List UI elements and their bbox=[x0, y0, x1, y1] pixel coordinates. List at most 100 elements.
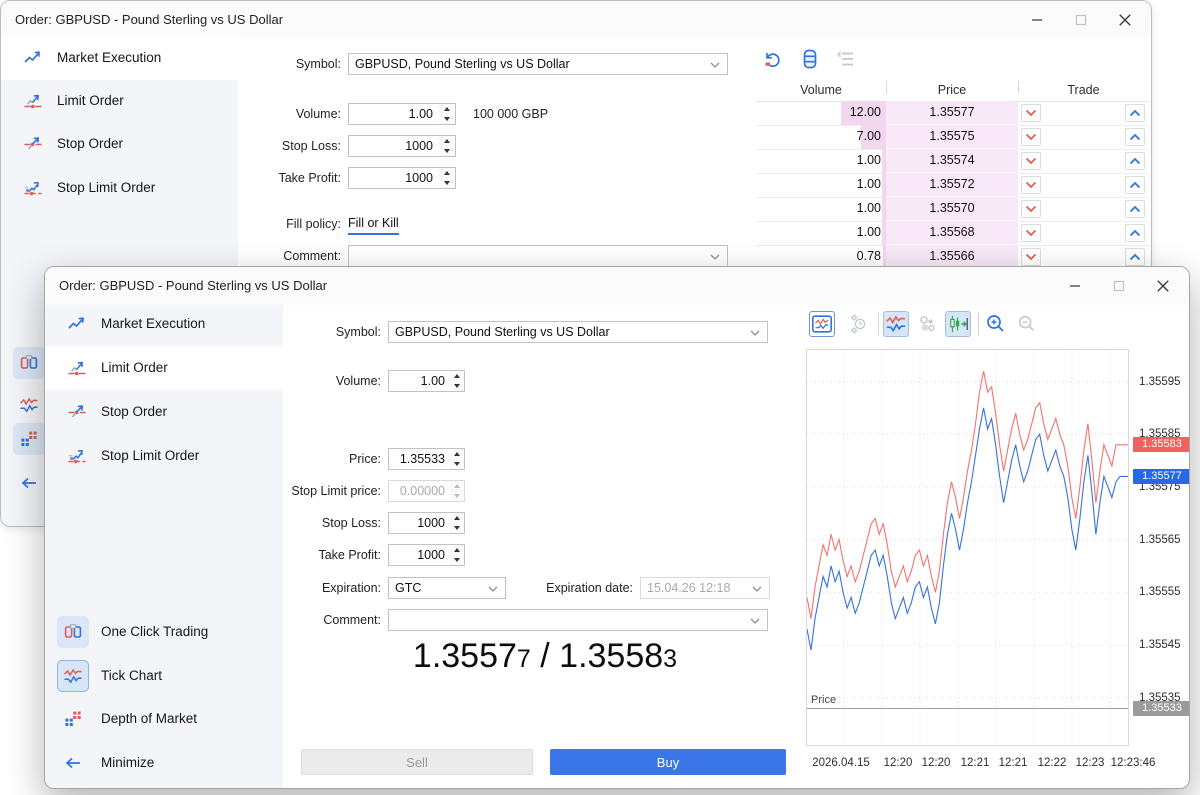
volume-input[interactable]: 1.00 bbox=[388, 370, 451, 392]
dom-table-header: Volume Price Trade bbox=[756, 81, 1149, 102]
dom-sell-button[interactable] bbox=[1021, 176, 1041, 194]
window-minimize-icon bbox=[1069, 280, 1081, 292]
stop-limit-order-icon bbox=[23, 178, 43, 198]
price-line-label: Price bbox=[811, 694, 836, 706]
dom-sell-button[interactable] bbox=[1021, 224, 1041, 242]
sidebar-item-limit-order[interactable]: Limit Order bbox=[1, 79, 238, 123]
sidebar-item-market-execution[interactable]: Market Execution bbox=[1, 36, 238, 80]
zoom-in-icon[interactable] bbox=[984, 312, 1008, 336]
close-button[interactable] bbox=[1141, 267, 1185, 305]
take-profit-input[interactable]: 1000 bbox=[388, 544, 451, 566]
tick-chart-toggle-icon[interactable] bbox=[883, 311, 909, 337]
dom-buy-button[interactable] bbox=[1125, 224, 1145, 242]
x-axis-tick-label: 2026.04.15 bbox=[812, 756, 870, 770]
auto-trading-icon[interactable] bbox=[761, 47, 785, 71]
dom-sell-button[interactable] bbox=[1021, 104, 1041, 122]
symbol-value: GBPUSD, Pound Sterling vs US Dollar bbox=[355, 57, 570, 71]
stop-limit-price-label: Stop Limit price: bbox=[231, 480, 381, 502]
sidebar-item-minimize[interactable]: Minimize bbox=[45, 741, 283, 785]
sidebar-item-stop-order[interactable]: Stop Order bbox=[45, 390, 283, 434]
dom-row: 7.001.35575 bbox=[756, 125, 1149, 150]
minimize-button[interactable] bbox=[1053, 267, 1097, 305]
sidebar-item-stop-order[interactable]: Stop Order bbox=[1, 122, 238, 166]
dom-price-cell: 1.35577 bbox=[886, 101, 1018, 124]
stop-loss-label: Stop Loss: bbox=[231, 512, 381, 534]
stop-limit-order-icon bbox=[67, 446, 87, 466]
volume-stepper[interactable] bbox=[450, 370, 465, 392]
stop-loss-input[interactable]: 1000 bbox=[348, 135, 439, 157]
symbol-select[interactable]: GBPUSD, Pound Sterling vs US Dollar bbox=[388, 321, 768, 343]
volume-input[interactable]: 1.00 bbox=[348, 103, 439, 125]
market-depth-circles-icon[interactable] bbox=[916, 313, 938, 335]
dom-buy-button[interactable] bbox=[1125, 128, 1145, 146]
chart-window-icon[interactable] bbox=[809, 311, 835, 337]
volume-label: Volume: bbox=[226, 103, 341, 125]
market-execution-icon bbox=[67, 314, 87, 334]
expiration-date-label: Expiration date: bbox=[465, 577, 633, 599]
chevron-down-icon bbox=[1025, 181, 1037, 189]
fill-policy-select[interactable]: Fill or Kill bbox=[348, 214, 399, 235]
chevron-up-icon bbox=[1129, 157, 1141, 165]
dom-sell-button[interactable] bbox=[1021, 152, 1041, 170]
one-click-trading-icon[interactable] bbox=[13, 347, 45, 379]
dom-sell-button[interactable] bbox=[1021, 128, 1041, 146]
symbol-select[interactable]: GBPUSD, Pound Sterling vs US Dollar bbox=[348, 53, 728, 75]
titlebar[interactable]: Order: GBPUSD - Pound Sterling vs US Dol… bbox=[1, 1, 1151, 38]
take-profit-stepper[interactable] bbox=[438, 167, 456, 189]
dom-buy-button[interactable] bbox=[1125, 200, 1145, 218]
expiration-date-select: 15.04.26 12:18 bbox=[640, 577, 770, 599]
minimize-button[interactable] bbox=[1015, 1, 1059, 38]
maximize-button[interactable] bbox=[1097, 267, 1141, 305]
sell-button[interactable]: Sell bbox=[301, 749, 533, 775]
orders-cylinder-icon[interactable] bbox=[798, 47, 822, 71]
stop-loss-stepper[interactable] bbox=[438, 135, 456, 157]
take-profit-label: Take Profit: bbox=[226, 167, 341, 189]
tick-chart-plot[interactable]: Price bbox=[806, 349, 1129, 746]
tick-chart-icon[interactable] bbox=[13, 389, 45, 421]
dom-volume-cell: 1.00 bbox=[756, 173, 881, 196]
sidebar-item-label: Market Execution bbox=[101, 302, 205, 346]
take-profit-input[interactable]: 1000 bbox=[348, 167, 439, 189]
dom-sell-button[interactable] bbox=[1021, 200, 1041, 218]
stop-limit-price-stepper bbox=[450, 480, 465, 502]
take-profit-stepper[interactable] bbox=[450, 544, 465, 566]
window-minimize-icon bbox=[1031, 14, 1043, 26]
history-list-icon[interactable] bbox=[833, 47, 857, 71]
sidebar-item-label: Limit Order bbox=[57, 79, 124, 123]
sidebar-item-label: Minimize bbox=[101, 741, 154, 785]
zoom-out-icon[interactable] bbox=[1016, 313, 1038, 335]
dom-sell-button[interactable] bbox=[1021, 248, 1041, 266]
price-input[interactable]: 1.35533 bbox=[388, 448, 451, 470]
dom-buy-button[interactable] bbox=[1125, 104, 1145, 122]
sidebar-item-label: Limit Order bbox=[101, 346, 168, 390]
dom-buy-button[interactable] bbox=[1125, 176, 1145, 194]
chevron-down-icon bbox=[752, 586, 762, 592]
volume-stepper[interactable] bbox=[438, 103, 456, 125]
comment-input[interactable] bbox=[348, 245, 728, 267]
titlebar[interactable]: Order: GBPUSD - Pound Sterling vs US Dol… bbox=[45, 267, 1189, 305]
price-stepper[interactable] bbox=[450, 448, 465, 470]
stop-loss-input[interactable]: 1000 bbox=[388, 512, 451, 534]
buy-button[interactable]: Buy bbox=[550, 749, 786, 775]
dom-buy-button[interactable] bbox=[1125, 248, 1145, 266]
maximize-button[interactable] bbox=[1059, 1, 1103, 38]
sidebar-item-stop-limit-order[interactable]: Stop Limit Order bbox=[1, 166, 238, 210]
bid-price-badge: 1.35577 bbox=[1133, 469, 1190, 484]
timer-settings-icon[interactable] bbox=[845, 313, 867, 335]
dom-price-cell: 1.35568 bbox=[886, 221, 1018, 244]
dom-row: 1.001.35574 bbox=[756, 149, 1149, 174]
minimize-arrow-icon[interactable] bbox=[13, 467, 45, 499]
stop-loss-stepper[interactable] bbox=[450, 512, 465, 534]
stop-limit-price-input: 0.00000 bbox=[388, 480, 451, 502]
dom-row: 1.001.35572 bbox=[756, 173, 1149, 198]
sidebar-item-tick-chart[interactable]: Tick Chart bbox=[45, 654, 283, 698]
dom-buy-button[interactable] bbox=[1125, 152, 1145, 170]
close-button[interactable] bbox=[1103, 1, 1147, 38]
candles-mode-icon[interactable] bbox=[945, 311, 971, 337]
comment-input[interactable] bbox=[388, 609, 768, 631]
dom-price-cell: 1.35570 bbox=[886, 197, 1018, 220]
order-price-line bbox=[807, 708, 1128, 709]
dom-row: 1.001.35568 bbox=[756, 221, 1149, 246]
depth-of-market-icon[interactable] bbox=[13, 423, 45, 455]
sidebar-item-depth-of-market[interactable]: Depth of Market bbox=[45, 697, 283, 741]
